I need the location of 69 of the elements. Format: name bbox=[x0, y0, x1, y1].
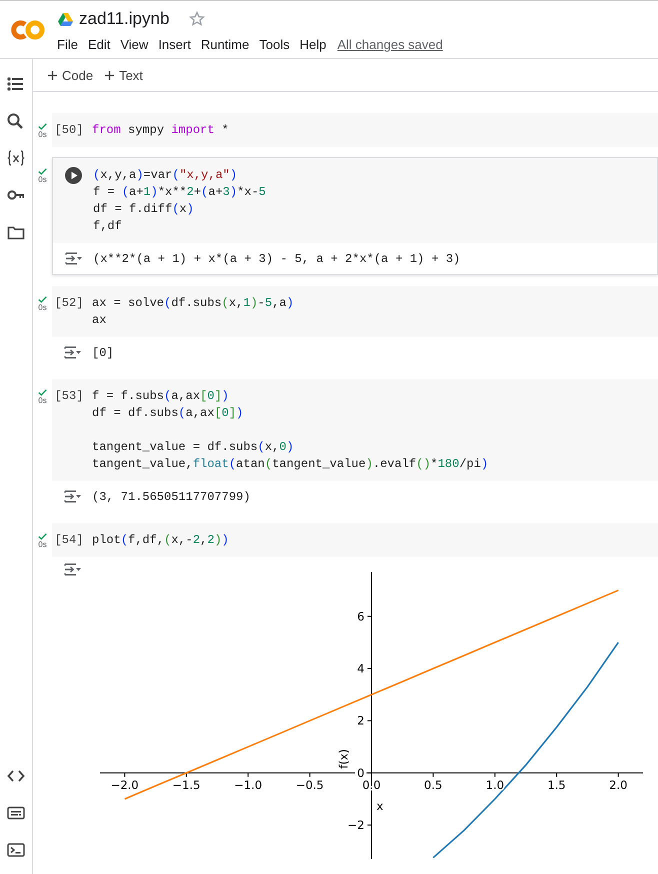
menu-item[interactable]: Help bbox=[294, 35, 332, 54]
code-line: from sympy import * bbox=[92, 122, 229, 139]
code-line: f = (a+1)*x**2+(a+3)*x-5 bbox=[93, 184, 266, 201]
output-toggle-icon[interactable] bbox=[64, 490, 80, 503]
save-status-link[interactable]: All changes saved bbox=[337, 37, 443, 52]
star-icon[interactable] bbox=[189, 11, 206, 27]
output-text: (3, 71.56505117707799) bbox=[92, 490, 250, 504]
variables-icon[interactable] bbox=[7, 150, 25, 166]
code-line: tangent_value,float(atan(tangent_value).evalf()*180/pi) bbox=[92, 456, 488, 473]
toolbar-button[interactable]: Code bbox=[43, 64, 98, 86]
duration-label: 0s bbox=[38, 540, 47, 549]
search-icon[interactable] bbox=[7, 113, 25, 129]
tick-label: 0.5 bbox=[424, 778, 442, 792]
terminal-icon[interactable] bbox=[7, 842, 25, 858]
code-line: (x,y,a)=var("x,y,a") bbox=[93, 167, 238, 184]
keyboard-icon[interactable] bbox=[7, 805, 25, 821]
code-line: f = f.subs(a,ax[0]) bbox=[92, 388, 230, 405]
duration-label: 0s bbox=[38, 303, 47, 312]
tick-label: 1.0 bbox=[486, 778, 504, 792]
execution-count: [53] bbox=[54, 388, 84, 405]
duration-label: 0s bbox=[38, 396, 47, 405]
run-button[interactable] bbox=[64, 167, 82, 184]
tick-label: 2 bbox=[357, 714, 364, 728]
output-toggle-icon[interactable] bbox=[64, 252, 82, 265]
output-text: (x**2*(a + 1) + x*(a + 3) - 5, a + 2*x*(a + 1) + 3) bbox=[93, 252, 460, 266]
execution-count: [52] bbox=[54, 295, 84, 312]
code-line: plot(f,df,(x,-2,2)) bbox=[92, 532, 229, 549]
drive-icon bbox=[58, 12, 73, 26]
duration-label: 0s bbox=[38, 175, 47, 184]
execution-count: [50] bbox=[54, 122, 84, 139]
menu-item[interactable]: Insert bbox=[153, 35, 196, 54]
logo-icon bbox=[8, 20, 46, 40]
menu-item[interactable]: File bbox=[52, 35, 83, 54]
plus-icon bbox=[48, 70, 57, 80]
tick-label: −0.5 bbox=[296, 778, 324, 792]
tick-label: −2 bbox=[348, 818, 364, 832]
output-toggle-icon[interactable] bbox=[64, 346, 80, 359]
menu-item[interactable]: View bbox=[115, 35, 154, 54]
code-line: ax = solve(df.subs(x,1)-5,a) bbox=[92, 295, 294, 312]
tick-label: −2.0 bbox=[110, 778, 139, 792]
axis-label: x bbox=[376, 798, 384, 813]
code-icon[interactable] bbox=[7, 768, 25, 784]
tick-label: 6 bbox=[357, 609, 364, 624]
tick-label: 4 bbox=[357, 662, 364, 676]
plus-icon bbox=[105, 70, 114, 80]
axis-label: f(x) bbox=[336, 748, 350, 769]
tick-label: 2.0 bbox=[609, 778, 628, 792]
duration-label: 0s bbox=[38, 130, 47, 139]
folder-icon[interactable] bbox=[7, 224, 25, 240]
code-line: df = df.subs(a,ax[0]) bbox=[92, 405, 244, 422]
execution-count: [54] bbox=[54, 532, 84, 549]
code-cell[interactable]: (x,y,a)=var("x,y,a") f = (a+1)*x**2+(a+3)*x-5 df = f.diff(x) f,df (x**2*(a + 1) + x*(a + 3) - 5, a + 2*x*(a + 1) + 3) bbox=[52, 157, 658, 275]
output-text: [0] bbox=[92, 346, 114, 360]
tick-label: −1.5 bbox=[172, 778, 200, 792]
code-line: df = f.diff(x) bbox=[93, 201, 195, 218]
output-toggle-icon[interactable] bbox=[64, 563, 80, 576]
tick-label: 0 bbox=[357, 766, 364, 780]
code-line: ax bbox=[92, 312, 108, 329]
menu-item[interactable]: Runtime bbox=[196, 35, 254, 54]
menu-item[interactable]: Tools bbox=[254, 35, 295, 54]
tick-label: −1.0 bbox=[234, 778, 262, 792]
table-of-contents-icon[interactable] bbox=[7, 76, 25, 92]
code-line: f,df bbox=[93, 218, 123, 235]
tick-label: 1.5 bbox=[547, 778, 566, 792]
toolbar-button[interactable]: Text bbox=[100, 64, 148, 86]
notebook-title[interactable]: zad11.ipynb bbox=[79, 9, 170, 29]
code-cell[interactable]: [50] from sympy import * bbox=[52, 113, 658, 147]
code-line: tangent_value = df.subs(x,0) bbox=[92, 439, 295, 456]
menu-item[interactable]: Edit bbox=[82, 35, 116, 54]
